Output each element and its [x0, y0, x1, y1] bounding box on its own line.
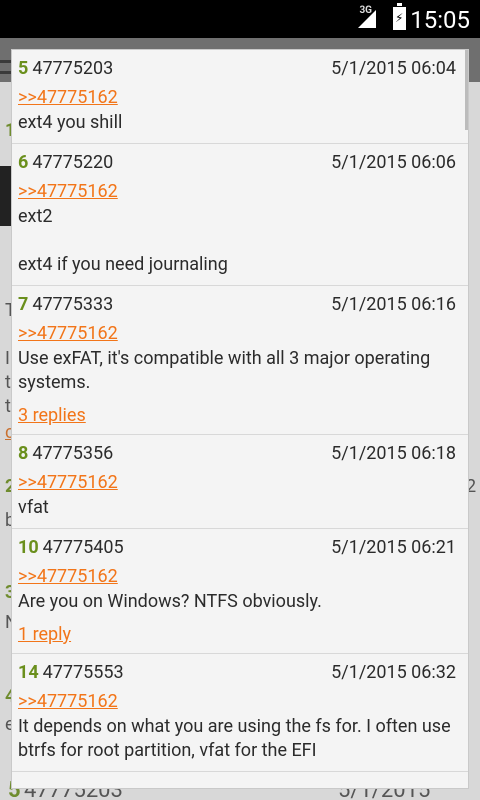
- post-body: ext2 ext4 if you need journaling: [18, 205, 462, 277]
- replies-link[interactable]: 3 replies: [18, 405, 462, 426]
- post-line: ext4 you shill: [18, 112, 123, 133]
- background-thumbnail: [0, 166, 12, 226]
- post-header: 8 47775356 5/1/2015 06:18: [18, 443, 462, 467]
- menu-icon: [0, 60, 12, 74]
- post-line: vfat: [18, 497, 49, 518]
- post-header: 6 47775220 5/1/2015 06:06: [18, 152, 462, 176]
- post-body: It depends on what you are using the fs …: [18, 715, 462, 763]
- post-body: Use exFAT, it's compatible with all 3 ma…: [18, 347, 462, 395]
- post-body: vfat: [18, 496, 462, 520]
- quote-link[interactable]: >>47775162: [18, 181, 462, 202]
- replies-link[interactable]: 1 reply: [18, 624, 462, 645]
- quote-link[interactable]: >>47775162: [18, 472, 462, 493]
- quote-link[interactable]: >>47775162: [18, 323, 462, 344]
- post-id: 47775356: [32, 443, 114, 464]
- quote-link[interactable]: >>47775162: [18, 566, 462, 587]
- post-date: 5/1/2015 06:32: [331, 662, 456, 683]
- status-bar: 3G 15:05: [0, 0, 480, 38]
- post-date: 5/1/2015 06:06: [331, 152, 456, 173]
- post-number: 7: [18, 294, 29, 315]
- post-header: 14 47775553 5/1/2015 06:32: [18, 662, 462, 686]
- replies-dialog[interactable]: 5 47775203 5/1/2015 06:04 >>47775162 ext4…: [12, 50, 468, 788]
- post-date: 5/1/2015 06:16: [331, 294, 456, 315]
- post-item: 14 47775553 5/1/2015 06:32 >>47775162 It …: [12, 654, 468, 772]
- post-id: 47775553: [42, 662, 124, 683]
- post-item: 8 47775356 5/1/2015 06:18 >>47775162 vfat: [12, 435, 468, 529]
- post-body: Are you on Windows? NTFS obviously.: [18, 590, 462, 614]
- post-item: 10 47775405 5/1/2015 06:21 >>47775162 Are…: [12, 529, 468, 654]
- post-date: 5/1/2015 06:18: [331, 443, 456, 464]
- post-number: 8: [18, 443, 29, 464]
- post-header: 10 47775405 5/1/2015 06:21: [18, 537, 462, 561]
- post-number: 5: [18, 58, 29, 79]
- quote-link[interactable]: >>47775162: [18, 87, 462, 108]
- background-text: t: [5, 396, 11, 417]
- post-line: Use exFAT, it's compatible with all 3 ma…: [18, 348, 431, 393]
- post-item: 7 47775333 5/1/2015 06:16 >>47775162 Use …: [12, 286, 468, 435]
- post-number: 10: [18, 537, 39, 558]
- post-number: 14: [18, 662, 39, 683]
- post-number: 6: [18, 152, 29, 173]
- post-date: 5/1/2015 06:04: [331, 58, 456, 79]
- scrollbar[interactable]: [465, 50, 468, 130]
- post-item: 6 47775220 5/1/2015 06:06 >>47775162 ext2…: [12, 144, 468, 286]
- post-id: 47775405: [42, 537, 124, 558]
- post-line: Are you on Windows? NTFS obviously.: [18, 591, 322, 612]
- quote-link[interactable]: >>47775162: [18, 691, 462, 712]
- signal-icon: [358, 10, 376, 28]
- post-header: 5 47775203 5/1/2015 06:04: [18, 58, 462, 82]
- post-id: 47775333: [32, 294, 114, 315]
- background-text: t: [5, 372, 11, 393]
- battery-charging-icon: [393, 3, 406, 30]
- post-line: It depends on what you are using the fs …: [18, 716, 451, 761]
- post-header: 7 47775333 5/1/2015 06:16: [18, 294, 462, 318]
- status-time: 15:05: [410, 6, 470, 34]
- background-text: I: [5, 348, 10, 369]
- post-line: ext2: [18, 206, 53, 227]
- post-item: 5 47775203 5/1/2015 06:04 >>47775162 ext4…: [12, 50, 468, 144]
- post-body: ext4 you shill: [18, 111, 462, 135]
- post-id: 47775203: [32, 58, 114, 79]
- post-id: 47775220: [32, 152, 114, 173]
- post-line: ext4 if you need journaling: [18, 254, 228, 275]
- post-date: 5/1/2015 06:21: [331, 537, 456, 558]
